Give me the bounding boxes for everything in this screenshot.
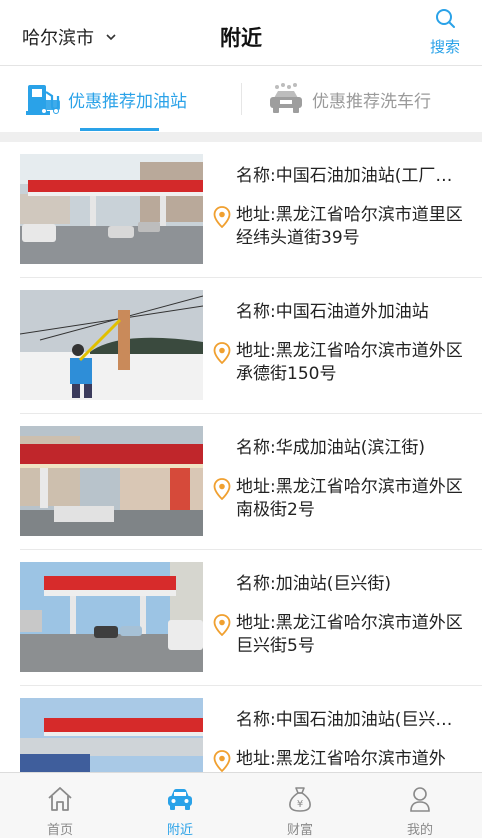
station-name: 名称:加油站(巨兴街) <box>236 574 391 594</box>
location-pin-icon <box>213 342 231 364</box>
gas-station-icon <box>26 85 60 115</box>
nav-nearby-label: 附近 <box>166 823 193 838</box>
station-address: 地址:黑龙江省哈尔滨市道里区经纬头道街39号 <box>236 205 463 248</box>
list-item[interactable]: 名称:华成加油站(滨江街) 地址:黑龙江省哈尔滨市道外区南极街2号 <box>0 414 482 550</box>
station-name: 名称:中国石油加油站(巨兴… <box>236 710 453 730</box>
search-icon <box>436 9 455 28</box>
station-address: 地址:黑龙江省哈尔滨市道外区承德街150号 <box>236 341 463 384</box>
tab-car-wash-label: 优惠推荐洗车行 <box>312 91 431 112</box>
station-address: 地址:黑龙江省哈尔滨市道外区巨兴街5号 <box>236 613 463 656</box>
tab-gas-label: 优惠推荐加油站 <box>68 91 187 112</box>
search-button[interactable]: 搜索 <box>428 8 462 57</box>
location-pin-icon <box>213 206 231 228</box>
station-list[interactable]: 名称:中国石油加油站(工厂… 地址:黑龙江省哈尔滨市道里区经纬头道街39号 名称… <box>0 142 482 772</box>
search-label: 搜索 <box>429 38 460 56</box>
active-tab-indicator <box>80 128 159 131</box>
station-photo <box>20 290 203 400</box>
user-icon <box>410 787 430 812</box>
location-pin-icon <box>213 478 231 500</box>
page-title: 附近 <box>220 26 262 50</box>
station-name: 名称:中国石油加油站(工厂… <box>236 166 453 186</box>
nav-wealth[interactable]: ¥ 财富 <box>240 773 360 838</box>
tab-gas-stations[interactable]: 优惠推荐加油站 <box>26 66 187 132</box>
top-bar: 哈尔滨市 附近 搜索 <box>0 0 482 66</box>
bottom-navigation: 首页 附近 ¥ 财富 我的 <box>0 772 482 838</box>
money-bag-icon: ¥ <box>289 787 311 812</box>
nav-mine[interactable]: 我的 <box>360 773 480 838</box>
nav-nearby[interactable]: 附近 <box>120 773 240 838</box>
nav-home-label: 首页 <box>46 823 73 838</box>
nav-wealth-label: 财富 <box>286 823 313 838</box>
car-wash-icon <box>270 83 302 113</box>
list-item[interactable]: 名称:加油站(巨兴街) 地址:黑龙江省哈尔滨市道外区巨兴街5号 <box>0 550 482 686</box>
category-tabs: 优惠推荐加油站 优惠推荐洗车行 <box>0 66 482 132</box>
station-name: 名称:中国石油道外加油站 <box>236 302 429 322</box>
nav-mine-label: 我的 <box>406 823 433 838</box>
list-item[interactable]: 名称:中国石油加油站(巨兴… 地址:黑龙江省哈尔滨市道外 <box>0 686 482 772</box>
section-gap <box>0 132 482 142</box>
tab-car-wash[interactable]: 优惠推荐洗车行 <box>268 66 431 132</box>
car-icon <box>168 789 192 810</box>
station-address: 地址:黑龙江省哈尔滨市道外 <box>236 749 446 769</box>
station-photo <box>20 426 203 536</box>
list-item[interactable]: 名称:中国石油加油站(工厂… 地址:黑龙江省哈尔滨市道里区经纬头道街39号 <box>0 142 482 278</box>
station-address: 地址:黑龙江省哈尔滨市道外区南极街2号 <box>236 477 463 520</box>
list-item[interactable]: 名称:中国石油道外加油站 地址:黑龙江省哈尔滨市道外区承德街150号 <box>0 278 482 414</box>
station-name: 名称:华成加油站(滨江街) <box>236 438 425 458</box>
station-photo <box>20 154 203 264</box>
location-pin-icon <box>213 614 231 636</box>
location-pin-icon <box>213 750 231 772</box>
home-icon <box>48 787 72 811</box>
tab-divider <box>241 83 242 115</box>
svg-text:¥: ¥ <box>297 799 303 810</box>
nav-home[interactable]: 首页 <box>0 773 120 838</box>
station-photo <box>20 698 203 772</box>
station-photo <box>20 562 203 672</box>
